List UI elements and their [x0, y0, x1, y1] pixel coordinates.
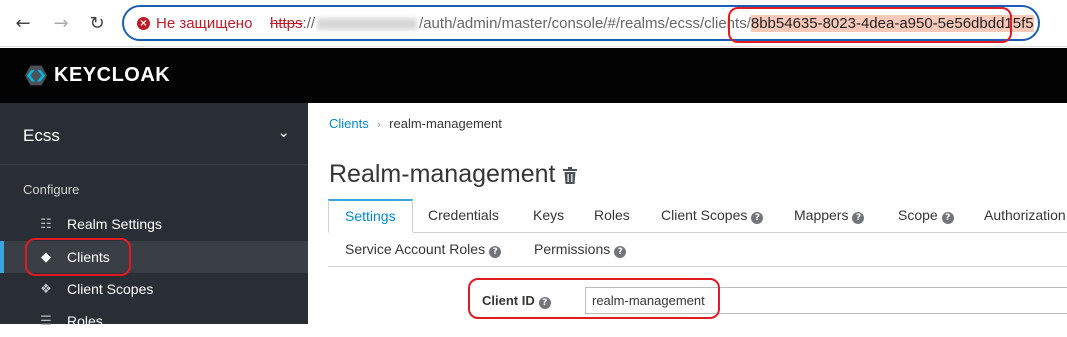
browser-toolbar: ← → ↻ × Не защищено https:// /auth/admin/…	[0, 0, 1067, 47]
annotation-clients-highlight	[25, 238, 131, 276]
tab-label: Permissions	[534, 241, 611, 257]
page-title: Realm-management	[329, 160, 556, 188]
tab-label: Authorization	[984, 207, 1066, 223]
tab-label: Mappers	[794, 207, 849, 223]
tab-label: Credentials	[428, 207, 499, 223]
url-scheme: https	[270, 15, 303, 32]
sidebar-item-roles[interactable]: ☰ Roles	[0, 305, 308, 337]
tab-label: Roles	[594, 207, 630, 223]
tab-keys[interactable]: Keys	[533, 199, 564, 233]
tab-label: Settings	[345, 208, 396, 224]
tab-label: Service Account Roles	[345, 241, 486, 257]
list-icon: ☰	[40, 313, 52, 329]
keycloak-logo-icon	[22, 65, 50, 87]
tab-credentials[interactable]: Credentials	[428, 199, 499, 233]
redacted-host	[317, 18, 418, 31]
help-icon[interactable]: ?	[941, 212, 954, 224]
sidebar-item-realm-settings[interactable]: ☷ Realm Settings	[0, 208, 308, 240]
sidebar-item-label: Roles	[67, 313, 103, 329]
chevron-down-icon: ⌄	[277, 123, 290, 141]
sidebar: Ecss ⌄ Configure ☷ Realm Settings ◆ Clie…	[0, 103, 308, 329]
tab-mappers[interactable]: Mappers?	[794, 199, 865, 233]
tab-label: Scope	[898, 207, 938, 223]
sidebar-item-label: Client Scopes	[67, 281, 154, 297]
tab-settings[interactable]: Settings	[328, 199, 413, 233]
realm-selector[interactable]: Ecss ⌄	[0, 103, 308, 165]
realm-name: Ecss	[23, 126, 60, 145]
annotation-uuid-highlight	[728, 7, 1012, 43]
help-icon[interactable]: ?	[614, 246, 627, 258]
breadcrumb: Clients › realm-management	[329, 116, 502, 131]
breadcrumb-clients-link[interactable]: Clients	[329, 116, 369, 131]
help-icon[interactable]: ?	[751, 212, 764, 224]
help-icon[interactable]: ?	[489, 246, 502, 258]
reload-icon[interactable]: ↻	[84, 10, 110, 36]
tab-label: Client Scopes	[661, 207, 748, 223]
security-warning-icon[interactable]: ×	[137, 17, 150, 30]
tab-label: Keys	[533, 207, 565, 223]
annotation-client-id-highlight	[468, 278, 720, 319]
tab-client-scopes[interactable]: Client Scopes?	[661, 199, 764, 233]
tab-bar: Settings Credentials Keys Roles Client S…	[328, 199, 1067, 233]
app-header: KEYCLOAK	[0, 48, 1067, 103]
breadcrumb-current: realm-management	[389, 116, 502, 131]
tab-roles[interactable]: Roles	[594, 199, 630, 233]
url-path: /auth/admin/master/console/#/realms/ecss…	[419, 15, 751, 32]
logo-text: KEYCLOAK	[54, 64, 171, 86]
cubes-icon: ❖	[40, 281, 52, 297]
section-label-configure: Configure	[23, 182, 80, 197]
keycloak-logo[interactable]: KEYCLOAK	[22, 64, 170, 87]
sidebar-item-client-scopes[interactable]: ❖ Client Scopes	[0, 273, 308, 305]
tab-permissions[interactable]: Permissions?	[534, 233, 627, 267]
tab-authorization[interactable]: Authorization	[984, 199, 1066, 233]
sliders-icon: ☷	[40, 216, 52, 232]
breadcrumb-separator: ›	[376, 118, 382, 131]
trash-icon[interactable]	[563, 167, 577, 184]
tab-service-account-roles[interactable]: Service Account Roles?	[345, 233, 502, 267]
back-icon[interactable]: ←	[10, 10, 36, 36]
security-warning-label[interactable]: Не защищено	[156, 15, 252, 32]
tab-bar-row2: Service Account Roles? Permissions?	[328, 233, 1067, 267]
sidebar-item-label: Realm Settings	[67, 216, 162, 232]
url-scheme-separator: ://	[302, 15, 316, 32]
help-icon[interactable]: ?	[852, 212, 865, 224]
forward-icon[interactable]: →	[48, 10, 74, 36]
tab-scope[interactable]: Scope?	[898, 199, 954, 233]
